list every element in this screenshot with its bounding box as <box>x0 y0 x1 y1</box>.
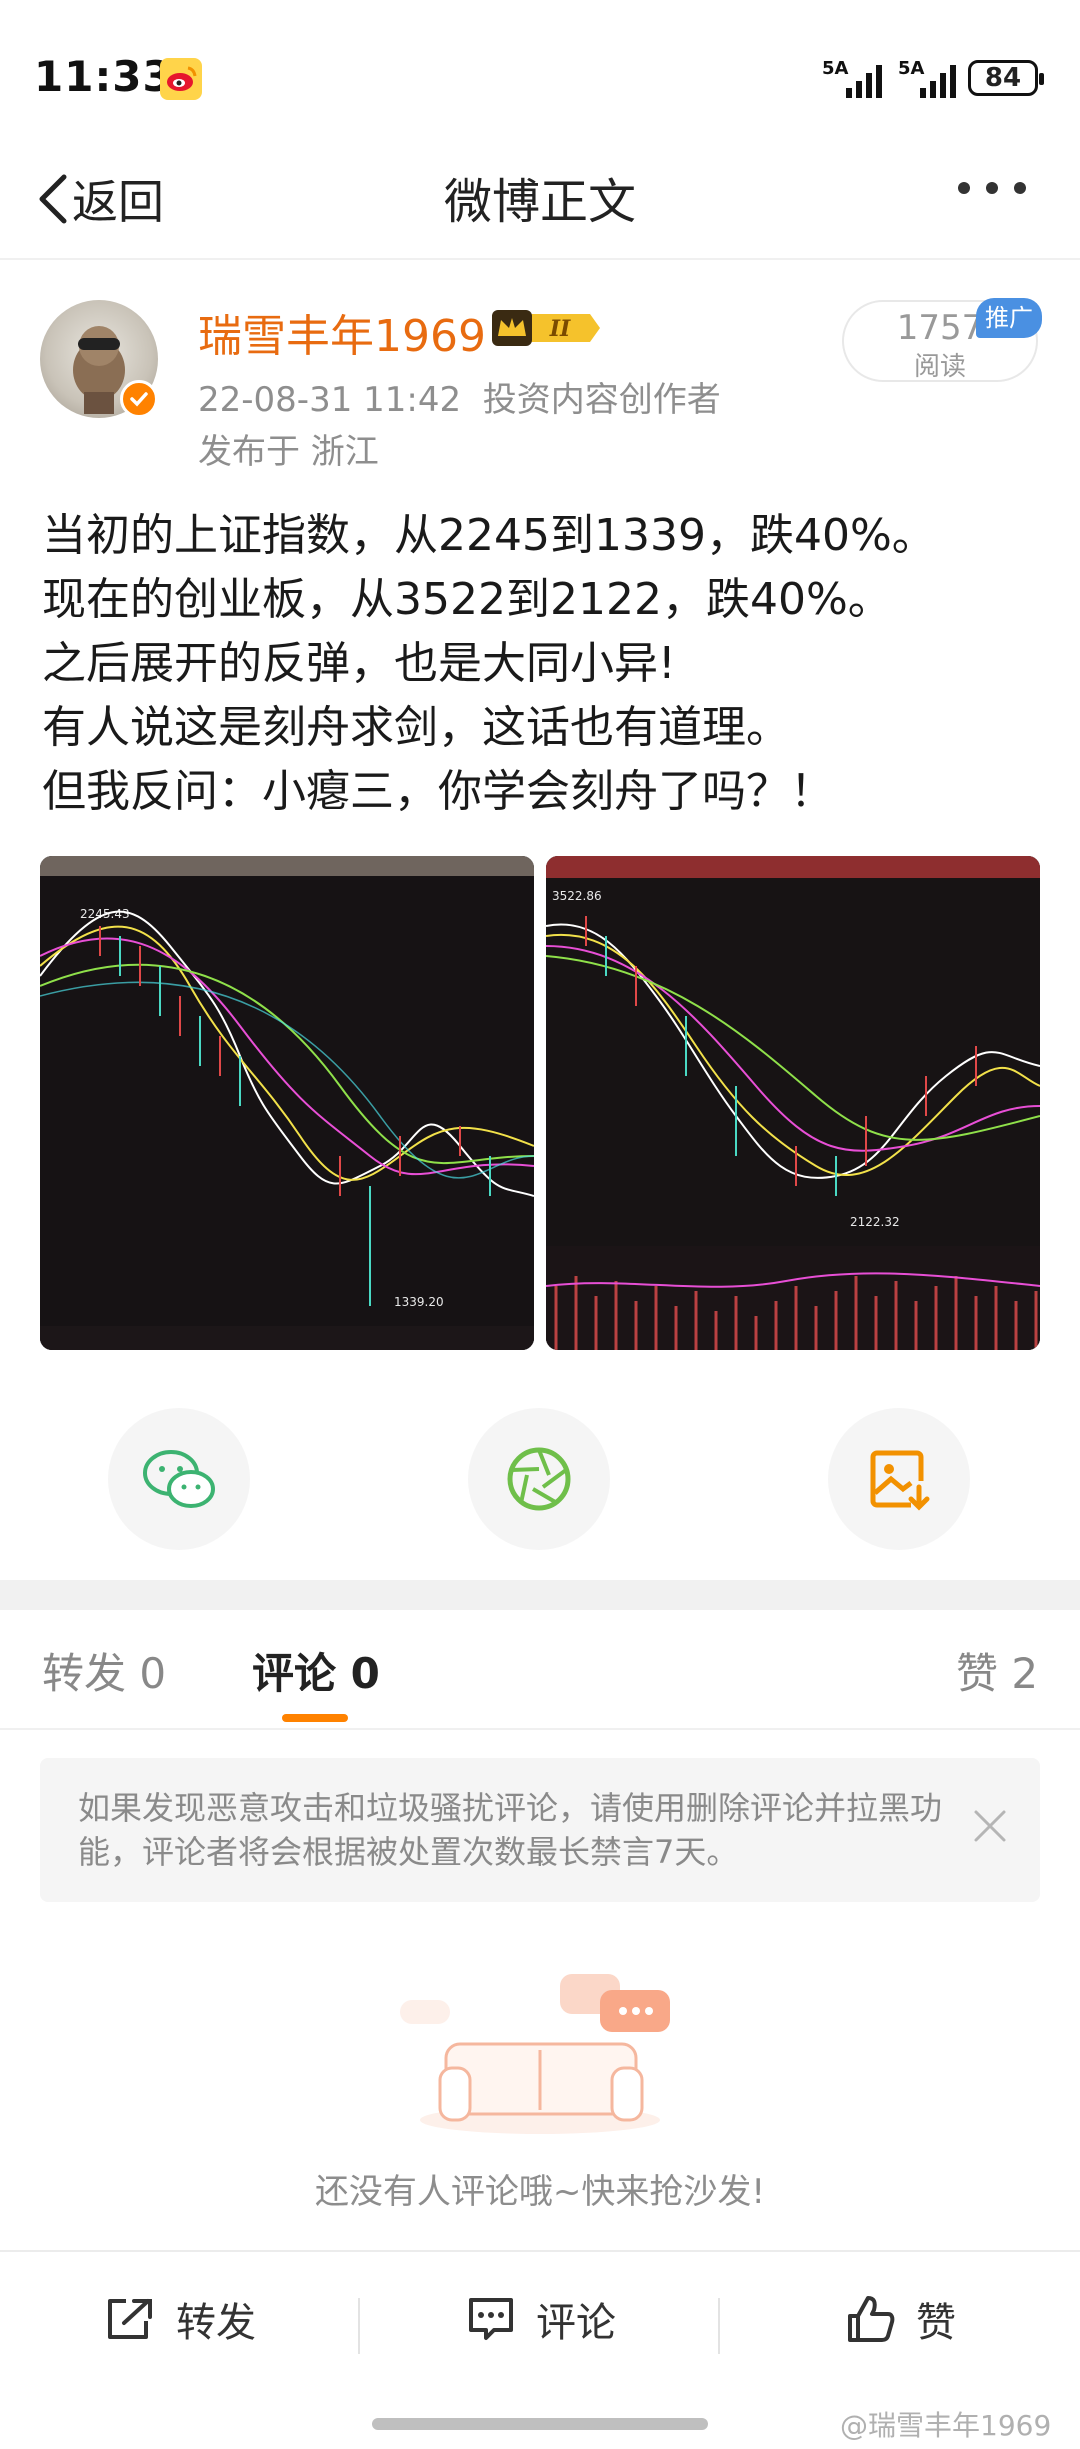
low-price-label: 2122.32 <box>850 1215 900 1229</box>
post-location: 发布于 浙江 <box>198 432 379 472</box>
close-icon[interactable] <box>972 1808 1008 1848</box>
read-label: 阅读 <box>913 352 966 382</box>
signal-bars-2-icon <box>920 64 958 102</box>
bottom-bar-divider <box>0 2250 1080 2252</box>
empty-sofa-illustration <box>400 1960 680 2144</box>
wechat-icon <box>143 1450 215 1508</box>
post-image-1[interactable]: 2245.43 1339.20 <box>40 856 534 1350</box>
action-separator <box>718 2298 720 2354</box>
high-price-label: 3522.86 <box>552 889 602 903</box>
notice-text: 如果发现恶意攻击和垃圾骚扰评论，请使用删除评论并拉黑功能，评论者将会根据被处置次… <box>78 1789 943 1871</box>
post-line: 现在的创业板，从3522到2122，跌40%。 <box>42 574 892 625</box>
tab-like[interactable]: 赞 2 <box>956 1640 1038 1701</box>
comment-bubble-icon <box>469 2298 513 2340</box>
post-line: 当初的上证指数，从2245到1339，跌40%。 <box>42 510 936 561</box>
thumbs-up-icon <box>848 2296 895 2342</box>
more-options-icon[interactable] <box>956 178 1028 202</box>
moments-aperture-icon <box>507 1447 571 1511</box>
post-line: 但我反问：小瘪三，你学会刻舟了吗？！ <box>42 766 834 817</box>
save-image-icon <box>870 1450 930 1511</box>
post-line: 之后展开的反弹，也是大同小异! <box>42 638 676 689</box>
signal-1-label: 5A <box>822 58 849 79</box>
nav-divider <box>0 258 1080 260</box>
repost-button[interactable]: 转发 <box>104 2290 256 2348</box>
tab-divider <box>0 1728 1080 1730</box>
save-image-button[interactable] <box>828 1408 970 1550</box>
share-moments-button[interactable] <box>468 1408 610 1550</box>
svg-text:II: II <box>549 316 571 342</box>
comment-label: 评论 <box>536 2300 616 2346</box>
comment-notice: 如果发现恶意攻击和垃圾骚扰评论，请使用删除评论并拉黑功能，评论者将会根据被处置次… <box>40 1758 1040 1902</box>
tab-comment[interactable]: 评论 0 <box>252 1640 380 1701</box>
author-name[interactable]: 瑞雪丰年1969 <box>198 300 486 364</box>
action-separator <box>358 2298 360 2354</box>
post-meta: 22-08-31 11:42 投资内容创作者 <box>198 372 721 421</box>
page-title: 微博正文 <box>443 174 636 230</box>
active-tab-indicator <box>282 1714 348 1722</box>
section-gap <box>0 1580 1080 1610</box>
promo-tag: 推广 <box>976 298 1042 338</box>
repost-label: 转发 <box>176 2300 256 2346</box>
signal-bars-1-icon <box>846 64 884 102</box>
vip-crown-badge-icon[interactable]: II <box>490 306 602 354</box>
comment-button[interactable]: 评论 <box>466 2290 616 2348</box>
share-arrow-icon <box>108 2299 152 2339</box>
verified-badge-icon <box>120 380 158 418</box>
tab-repost[interactable]: 转发 0 <box>42 1640 166 1701</box>
status-time: 11:33 <box>34 52 173 101</box>
post-content: 当初的上证指数，从2245到1339，跌40%。 现在的创业板，从3522到21… <box>42 504 1052 824</box>
low-price-label: 1339.20 <box>394 1295 444 1309</box>
battery-icon: 84 <box>968 60 1044 96</box>
weibo-notification-icon <box>160 58 202 100</box>
empty-comments-text: 还没有人评论哦~快来抢沙发! <box>314 2172 766 2212</box>
like-button[interactable]: 赞 <box>846 2290 956 2348</box>
share-wechat-button[interactable] <box>108 1408 250 1550</box>
post-datetime: 22-08-31 11:42 <box>198 380 462 420</box>
home-indicator[interactable] <box>372 2418 708 2430</box>
post-image-2[interactable]: 3522.86 2122.32 <box>546 856 1040 1350</box>
weibo-watermark: @瑞雪丰年1969 <box>840 2409 1052 2442</box>
like-label: 赞 <box>916 2300 956 2346</box>
author-tag: 投资内容创作者 <box>482 380 721 420</box>
post-line: 有人说这是刻舟求剑，这话也有道理。 <box>42 702 790 753</box>
